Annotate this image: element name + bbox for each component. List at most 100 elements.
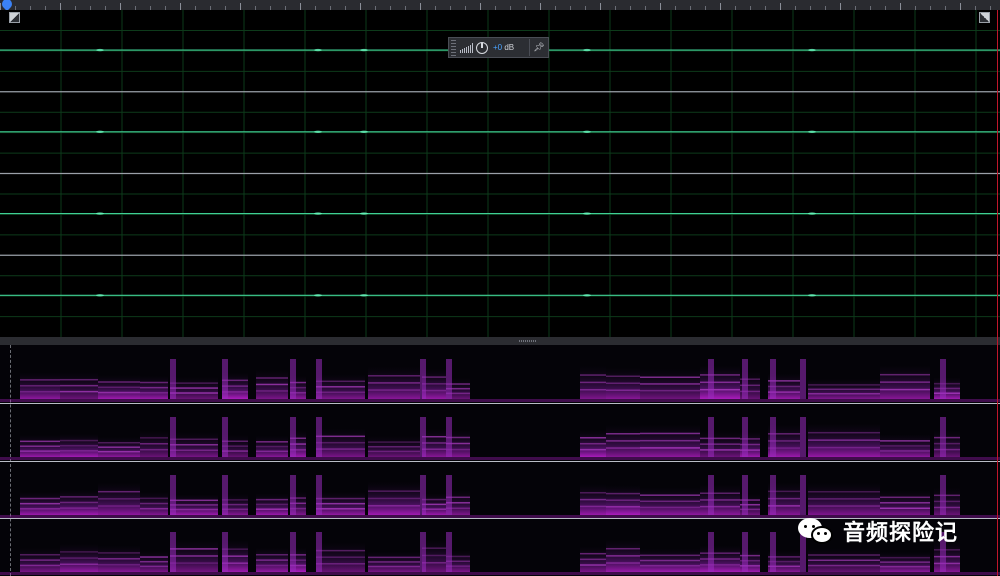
spectral-transient: [316, 416, 322, 457]
spectral-harmonic: [60, 557, 98, 560]
ruler-tick: [300, 3, 301, 10]
spectral-harmonic: [98, 381, 140, 383]
ruler-tick: [660, 3, 661, 10]
spectral-harmonic: [98, 386, 140, 389]
waveform-transient: [96, 48, 104, 52]
spectral-harmonic: [934, 442, 960, 445]
spectral-harmonic: [316, 497, 365, 499]
channel-separator: [0, 402, 1000, 404]
gain-value: +0: [493, 43, 503, 52]
spectral-harmonic: [808, 388, 880, 391]
spectral-harmonic: [880, 561, 930, 564]
spectral-harmonic: [256, 377, 288, 379]
spectral-harmonic: [606, 432, 640, 435]
spectral-transient: [800, 416, 806, 457]
spectral-harmonic: [316, 380, 365, 383]
spectral-harmonic: [20, 497, 60, 499]
spectral-harmonic: [580, 448, 606, 451]
spectral-harmonic: [170, 387, 218, 389]
spectral-harmonic: [256, 503, 288, 505]
waveform-editor[interactable]: +0 dB 📌︎: [0, 10, 1000, 337]
spectral-harmonic: [368, 497, 420, 499]
spectral-harmonic: [368, 450, 420, 452]
heads-up-display[interactable]: +0 dB 📌︎: [448, 37, 549, 58]
spectral-transient: [800, 359, 806, 399]
spectral-harmonic: [700, 448, 740, 451]
spectral-harmonic: [700, 381, 740, 384]
spectral-harmonic: [700, 374, 740, 376]
spectral-harmonic: [368, 445, 420, 448]
spectral-harmonic: [934, 382, 960, 385]
spectral-channel[interactable]: [0, 403, 1000, 460]
waveform-transient: [583, 130, 591, 134]
spectral-transient: [290, 474, 296, 515]
spectral-channel[interactable]: [0, 461, 1000, 518]
spectral-channel[interactable]: [0, 345, 1000, 402]
spectral-harmonic: [316, 563, 365, 565]
spectral-harmonic: [20, 445, 60, 447]
spectral-harmonic: [700, 437, 740, 439]
spectral-harmonic: [60, 444, 98, 447]
spectral-transient: [708, 359, 714, 399]
spectral-harmonic: [368, 556, 420, 559]
spectral-low-band: [0, 572, 1000, 576]
spectral-harmonic: [256, 383, 288, 386]
spectral-transient: [316, 532, 322, 573]
waveform-transient: [96, 212, 104, 215]
waveform-transient: [96, 130, 104, 134]
spectral-harmonic: [98, 490, 140, 492]
spectral-harmonic: [700, 492, 740, 494]
spectral-harmonic: [808, 504, 880, 507]
spectral-harmonic: [140, 497, 168, 499]
volume-knob-icon[interactable]: [476, 41, 488, 54]
waveform-transient: [583, 212, 591, 215]
pin-icon[interactable]: 📌︎: [530, 42, 548, 53]
spectral-transient: [708, 532, 714, 573]
spectral-harmonic: [20, 379, 60, 381]
hud-grip-icon[interactable]: [451, 39, 456, 56]
spectral-harmonic: [256, 559, 288, 562]
spectral-harmonic: [580, 553, 606, 555]
spectral-harmonic: [60, 378, 98, 381]
splitter-grip-icon[interactable]: [519, 340, 537, 342]
spectral-harmonic: [140, 386, 168, 389]
spectral-harmonic: [316, 550, 365, 552]
spectral-harmonic: [60, 384, 98, 387]
spectral-harmonic: [934, 392, 960, 394]
spectral-harmonic: [606, 375, 640, 378]
spectral-harmonic: [20, 440, 60, 442]
spectral-harmonic: [98, 446, 140, 448]
spectral-harmonic: [934, 494, 960, 496]
level-meter-icon: [460, 42, 473, 53]
spectral-harmonic: [880, 507, 930, 509]
spectral-transient: [446, 416, 452, 457]
spectral-transient: [170, 474, 176, 515]
ruler-tick: [60, 3, 61, 10]
spectral-harmonic: [20, 502, 60, 504]
waveform-transient: [583, 294, 591, 297]
spectral-harmonic: [316, 386, 365, 388]
waveform-transient: [96, 294, 104, 297]
wechat-icon: [797, 516, 835, 546]
spectral-transient: [940, 474, 946, 515]
spectral-transient: [770, 532, 776, 573]
view-splitter[interactable]: [0, 337, 1000, 345]
spectral-transient: [770, 416, 776, 457]
spectral-harmonic: [934, 506, 960, 508]
spectral-harmonic: [606, 492, 640, 494]
spectral-harmonic: [880, 444, 930, 447]
spectral-harmonic: [606, 505, 640, 508]
ruler-tick: [0, 3, 1, 10]
spectral-harmonic: [880, 381, 930, 383]
spectral-transient: [708, 416, 714, 457]
fade-in-handle-icon[interactable]: [9, 12, 20, 23]
spectral-harmonic: [640, 565, 700, 567]
spectral-harmonic: [640, 446, 700, 449]
fade-out-handle-icon[interactable]: [979, 12, 990, 23]
gain-readout[interactable]: +0 dB: [493, 43, 514, 52]
spectral-harmonic: [808, 446, 880, 449]
spectral-harmonic: [256, 554, 288, 556]
spectral-harmonic: [98, 552, 140, 554]
spectral-harmonic: [140, 381, 168, 384]
spectral-harmonic: [934, 448, 960, 451]
